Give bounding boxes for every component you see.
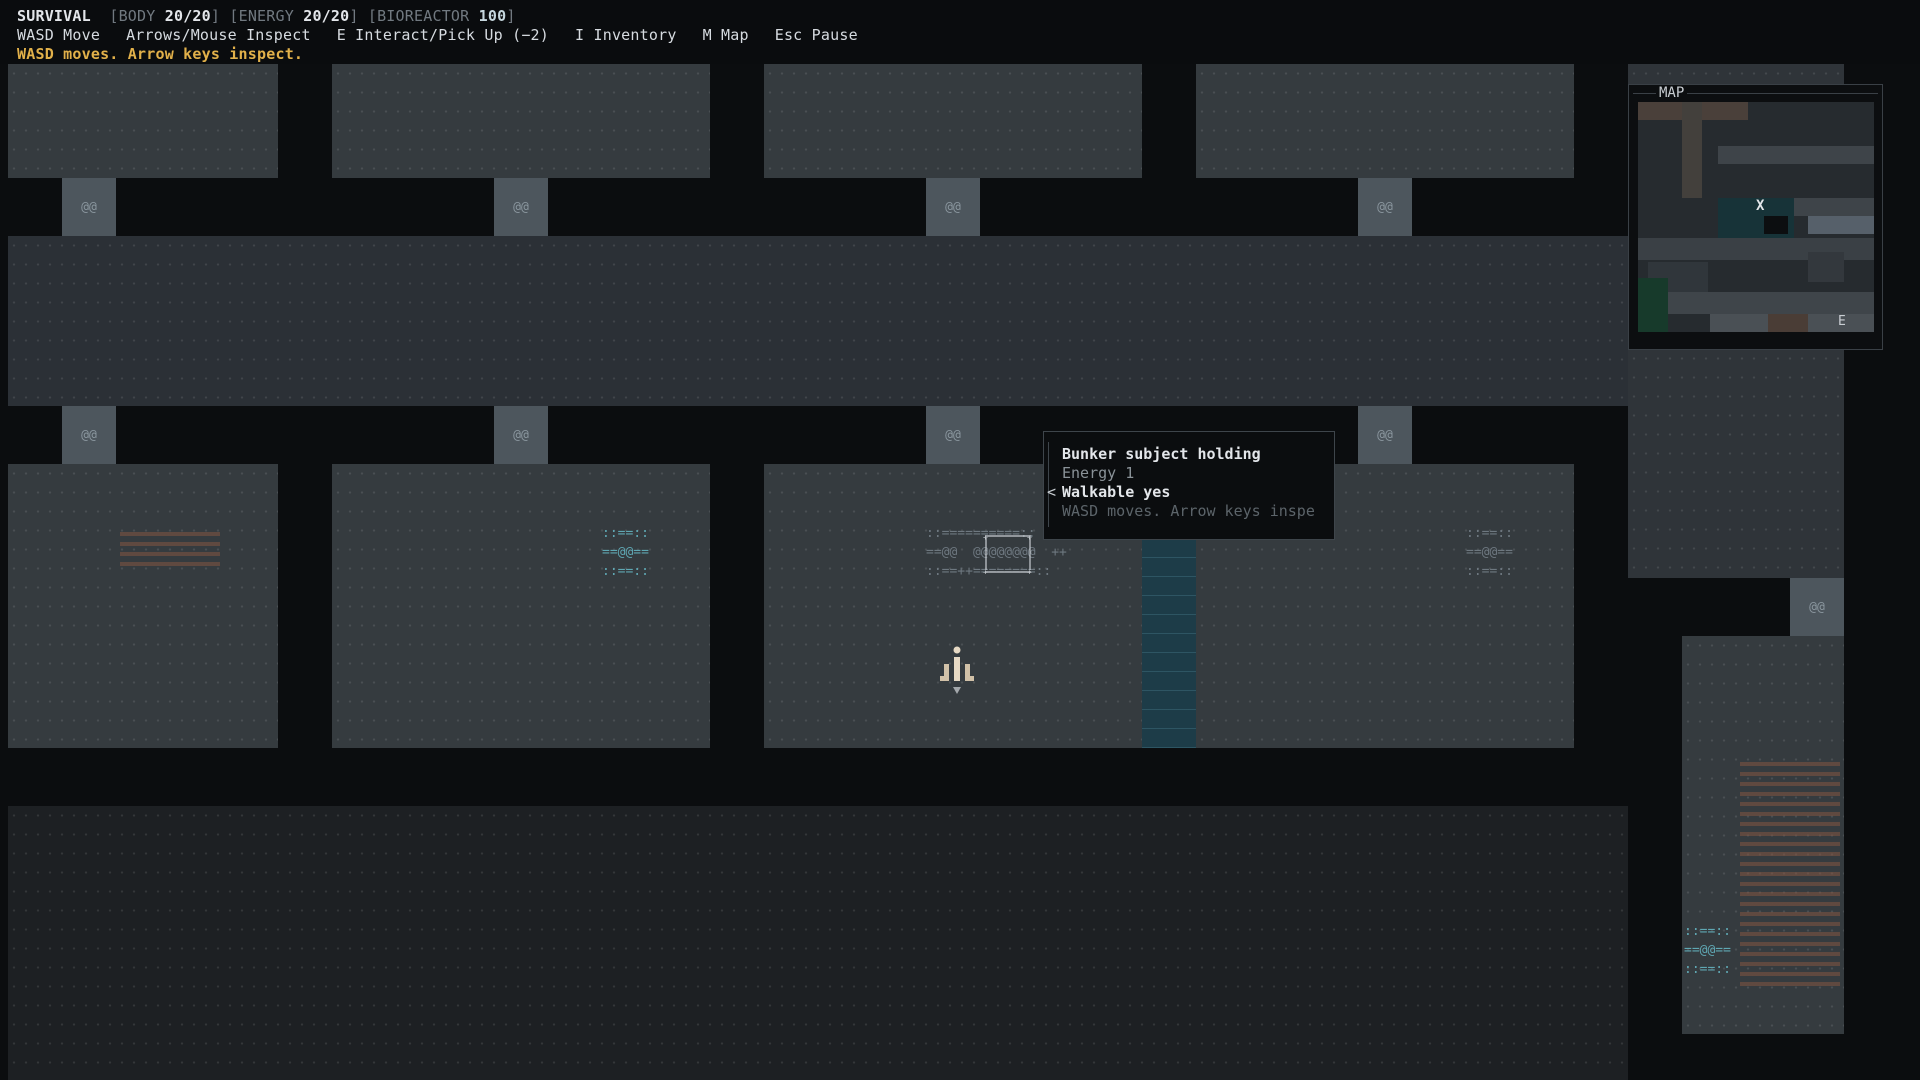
stat-bioreactor: [BIOREACTOR 100] [367,7,516,25]
console-fixture-room2[interactable]: ::==:: ==@@== ::==:: [602,524,649,581]
control-inspect: Arrows/Mouse Inspect [126,26,311,44]
door-side[interactable]: @@ [1790,578,1844,636]
svg-text:+: + [983,568,988,574]
main-corridor[interactable] [8,236,1628,406]
hud-bar: SURVIVAL [BODY 20/20] [ENERGY 20/20] [BI… [0,0,1920,64]
room-low-1[interactable] [8,464,278,748]
door-low-3[interactable]: @@ [926,406,980,464]
control-move: WASD Move [17,26,101,44]
control-inventory: I Inventory [575,26,677,44]
minimap[interactable]: MAP X E [1628,84,1883,350]
control-map: M Map [702,26,749,44]
console-fixture-side[interactable]: ::==:: ==@@== ::==:: [1684,922,1731,979]
stat-energy-value: 20/20 [303,7,350,25]
door-top-3[interactable]: @@ [926,178,980,236]
water-channel [1142,538,1196,748]
svg-text:+: + [983,534,988,542]
inspect-cursor: + + + + [983,534,1032,574]
rust-pipes-side [1740,756,1840,986]
tooltip-hint: WASD moves. Arrow keys inspe [1062,502,1315,520]
controls-line: WASD Move Arrows/Mouse Inspect E Interact/… [17,26,884,45]
svg-text:+: + [1027,534,1032,542]
minimap-area[interactable]: X E [1638,102,1874,332]
tooltip-title: Bunker subject holding [1062,445,1261,463]
door-low-4[interactable]: @@ [1358,406,1412,464]
stat-energy: [ENERGY 20/20] [229,7,359,25]
minimap-player-marker: X [1756,198,1765,214]
svg-text:+: + [1027,568,1032,574]
control-interact: E Interact/Pick Up (−2) [336,26,550,44]
tooltip-energy: Energy 1 [1062,464,1135,482]
room-top-3[interactable] [764,64,1142,178]
lower-hall[interactable] [8,806,1628,1080]
stat-body-value: 20/20 [164,7,211,25]
room-low-2[interactable] [332,464,710,748]
room-top-1[interactable] [8,64,278,178]
control-pause: Esc Pause [774,26,858,44]
inspect-tooltip: < Bunker subject holding Energy 1 Walkab… [1043,431,1335,540]
minimap-exit-marker: E [1838,314,1846,329]
door-top-2[interactable]: @@ [494,178,548,236]
tooltip-walkable: Walkable yes [1062,483,1171,501]
door-top-4[interactable]: @@ [1358,178,1412,236]
rust-pipes-room1 [120,526,220,566]
hud-status-line: SURVIVAL [BODY 20/20] [ENERGY 20/20] [BI… [17,7,516,26]
tooltip-caret-icon: < [1047,483,1057,501]
message-log: WASD moves. Arrow keys inspect. [17,45,304,63]
stat-body: [BODY 20/20] [109,7,221,25]
stat-bioreactor-value: 100 [478,7,507,25]
player-figure-icon[interactable] [932,644,982,696]
room-top-2[interactable] [332,64,710,178]
door-low-1[interactable]: @@ [62,406,116,464]
minimap-title: MAP [1656,85,1688,102]
door-low-2[interactable]: @@ [494,406,548,464]
door-top-1[interactable]: @@ [62,178,116,236]
console-fixture-room4[interactable]: ::==:: ==@@== ::==:: [1466,524,1513,581]
game-mode-label: SURVIVAL [17,7,91,25]
room-top-4[interactable] [1196,64,1574,178]
